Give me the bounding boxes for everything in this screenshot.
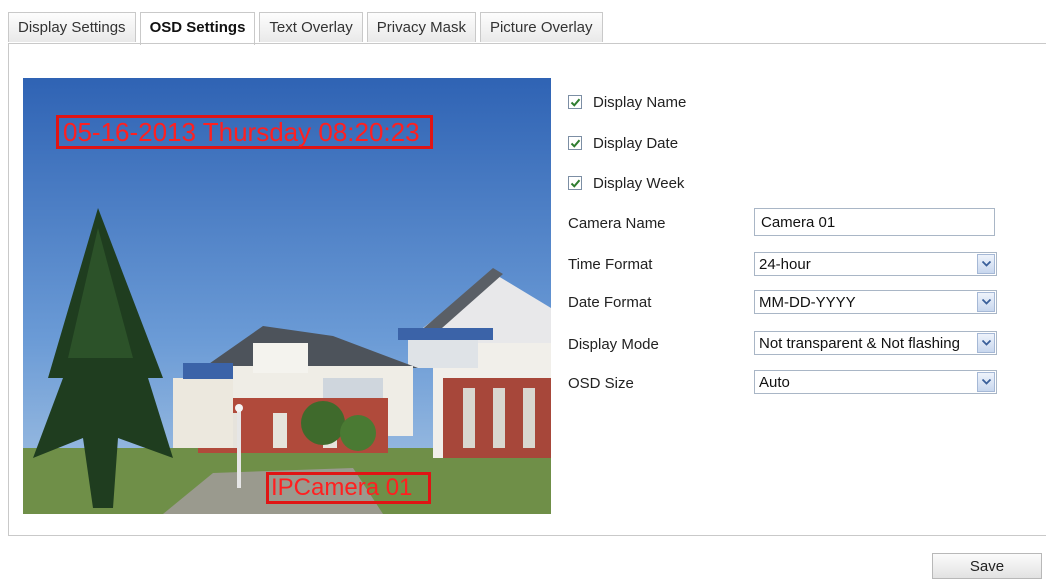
chevron-down-icon[interactable]	[977, 372, 995, 392]
tab-text-overlay[interactable]: Text Overlay	[259, 12, 363, 42]
display-name-checkbox[interactable]	[568, 95, 582, 109]
osd-size-label: OSD Size	[568, 375, 634, 392]
time-format-select[interactable]: 24-hour	[754, 252, 997, 276]
checkmark-icon	[570, 98, 580, 107]
tab-privacy-mask[interactable]: Privacy Mask	[366, 12, 476, 42]
osd-size-select[interactable]: Auto	[754, 370, 997, 394]
video-preview: 05-16-2013 Thursday 08:20:23 IPCamera 01	[23, 78, 551, 514]
camera-name-label: Camera Name	[568, 215, 666, 232]
chevron-down-icon[interactable]	[977, 333, 995, 353]
chevron-down-icon[interactable]	[977, 292, 995, 312]
display-mode-label: Display Mode	[568, 336, 659, 353]
checkmark-icon	[570, 139, 580, 148]
time-format-value: 24-hour	[759, 256, 811, 273]
osd-size-value: Auto	[759, 374, 790, 391]
time-format-label: Time Format	[568, 256, 653, 273]
display-week-option[interactable]: Display Week	[568, 172, 684, 194]
display-week-label: Display Week	[593, 174, 685, 192]
camera-name-overlay-box[interactable]: IPCamera 01	[266, 472, 431, 504]
tab-picture-overlay[interactable]: Picture Overlay	[479, 12, 603, 42]
checkmark-icon	[570, 179, 580, 188]
display-mode-select[interactable]: Not transparent & Not flashing	[754, 331, 997, 355]
chevron-down-icon[interactable]	[977, 254, 995, 274]
display-name-option[interactable]: Display Name	[568, 91, 686, 113]
display-date-checkbox[interactable]	[568, 136, 582, 150]
display-week-checkbox[interactable]	[568, 176, 582, 190]
date-format-value: MM-DD-YYYY	[759, 294, 856, 311]
display-name-label: Display Name	[593, 93, 687, 111]
camera-name-input[interactable]	[754, 208, 995, 236]
date-format-label: Date Format	[568, 294, 652, 311]
tab-osd-settings[interactable]: OSD Settings	[139, 12, 256, 45]
display-date-option[interactable]: Display Date	[568, 132, 678, 154]
tab-display-settings[interactable]: Display Settings	[8, 12, 136, 42]
display-date-label: Display Date	[593, 134, 679, 152]
date-format-select[interactable]: MM-DD-YYYY	[754, 290, 997, 314]
tab-bar: Display Settings OSD Settings Text Overl…	[8, 12, 607, 45]
display-mode-value: Not transparent & Not flashing	[759, 335, 960, 352]
save-button[interactable]: Save	[932, 553, 1042, 579]
date-overlay-box[interactable]: 05-16-2013 Thursday 08:20:23	[56, 115, 433, 149]
